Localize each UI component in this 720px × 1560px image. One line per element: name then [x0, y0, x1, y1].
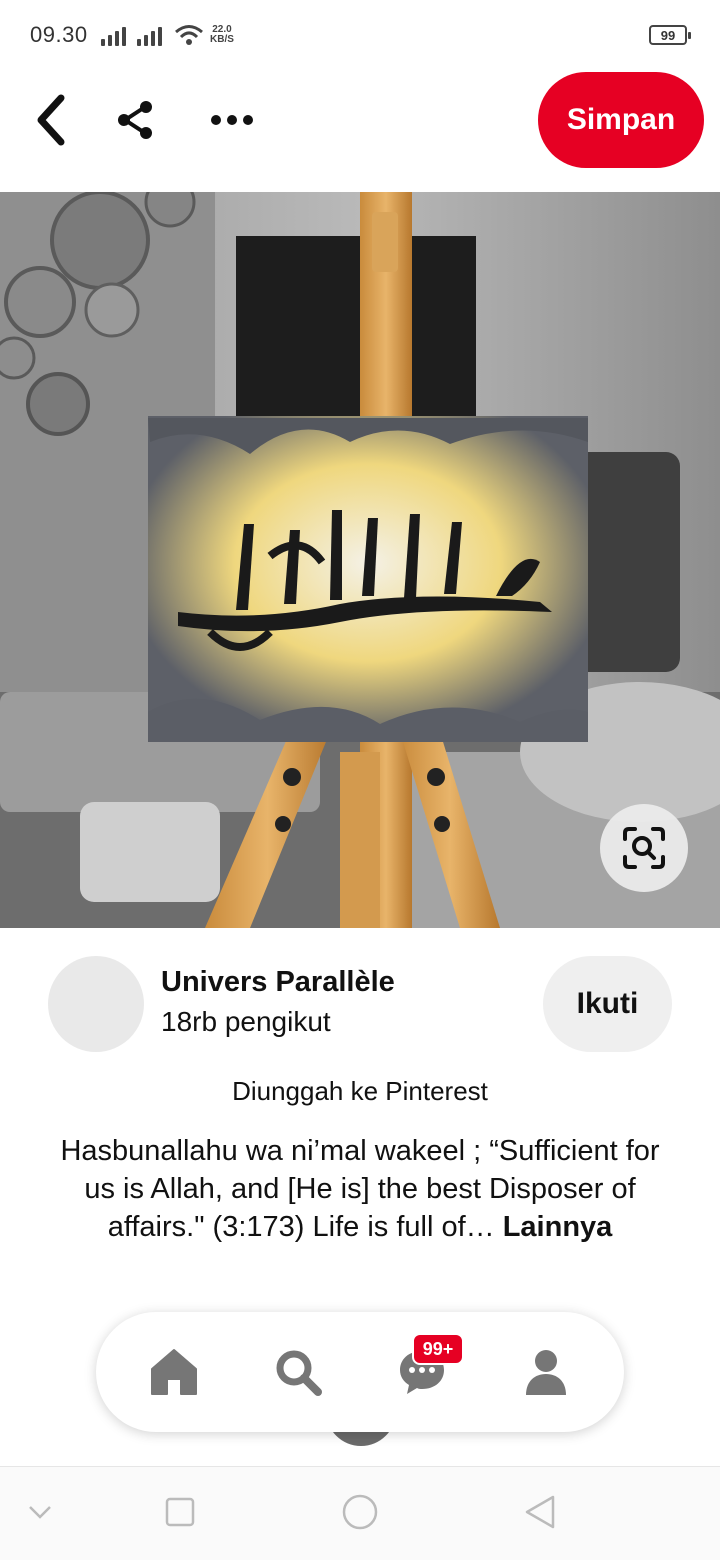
- back-icon: [37, 94, 65, 146]
- battery-icon: 99: [649, 25, 691, 45]
- visual-search-icon: [623, 827, 665, 869]
- share-button[interactable]: [110, 94, 162, 146]
- follow-button[interactable]: Ikuti: [543, 956, 672, 1052]
- home-circle-icon: [342, 1494, 378, 1530]
- follower-count: 18rb pengikut: [161, 1006, 331, 1037]
- status-bar: 09.30 22.0 KB/S 99: [0, 0, 720, 72]
- system-hide-button[interactable]: [16, 1490, 64, 1534]
- back-button[interactable]: [26, 90, 74, 150]
- system-recents-button[interactable]: [156, 1490, 204, 1534]
- notification-badge: 99+: [412, 1333, 464, 1365]
- share-icon: [118, 101, 152, 139]
- more-options-button[interactable]: [204, 94, 260, 146]
- creator-avatar[interactable]: [48, 956, 144, 1052]
- triangle-back-icon: [525, 1495, 555, 1529]
- creator-name[interactable]: Univers Parallèle: [161, 966, 395, 999]
- signal-icon: [101, 26, 126, 46]
- network-speed: 22.0 KB/S: [210, 24, 234, 45]
- system-back-button[interactable]: [516, 1490, 564, 1534]
- chevron-down-icon: [29, 1506, 51, 1519]
- nav-home[interactable]: [142, 1340, 206, 1404]
- uploaded-label: Diunggah ke Pinterest: [232, 1076, 488, 1106]
- visual-search-button[interactable]: [600, 804, 688, 892]
- save-button[interactable]: Simpan: [538, 72, 704, 168]
- nav-profile[interactable]: [514, 1340, 578, 1404]
- more-icon: [211, 115, 253, 125]
- pin-description: Hasbunallahu wa ni’mal wakeel ; “Suffici…: [50, 1132, 670, 1246]
- recents-icon: [165, 1497, 195, 1527]
- more-link[interactable]: Lainnya: [503, 1211, 613, 1243]
- nav-search[interactable]: [266, 1340, 330, 1404]
- home-icon: [151, 1349, 197, 1395]
- status-time: 09.30: [30, 22, 88, 47]
- system-home-button[interactable]: [336, 1490, 384, 1534]
- signal-icon: [137, 26, 162, 46]
- profile-icon: [526, 1350, 566, 1395]
- wifi-icon: [175, 25, 203, 45]
- search-icon: [276, 1350, 322, 1396]
